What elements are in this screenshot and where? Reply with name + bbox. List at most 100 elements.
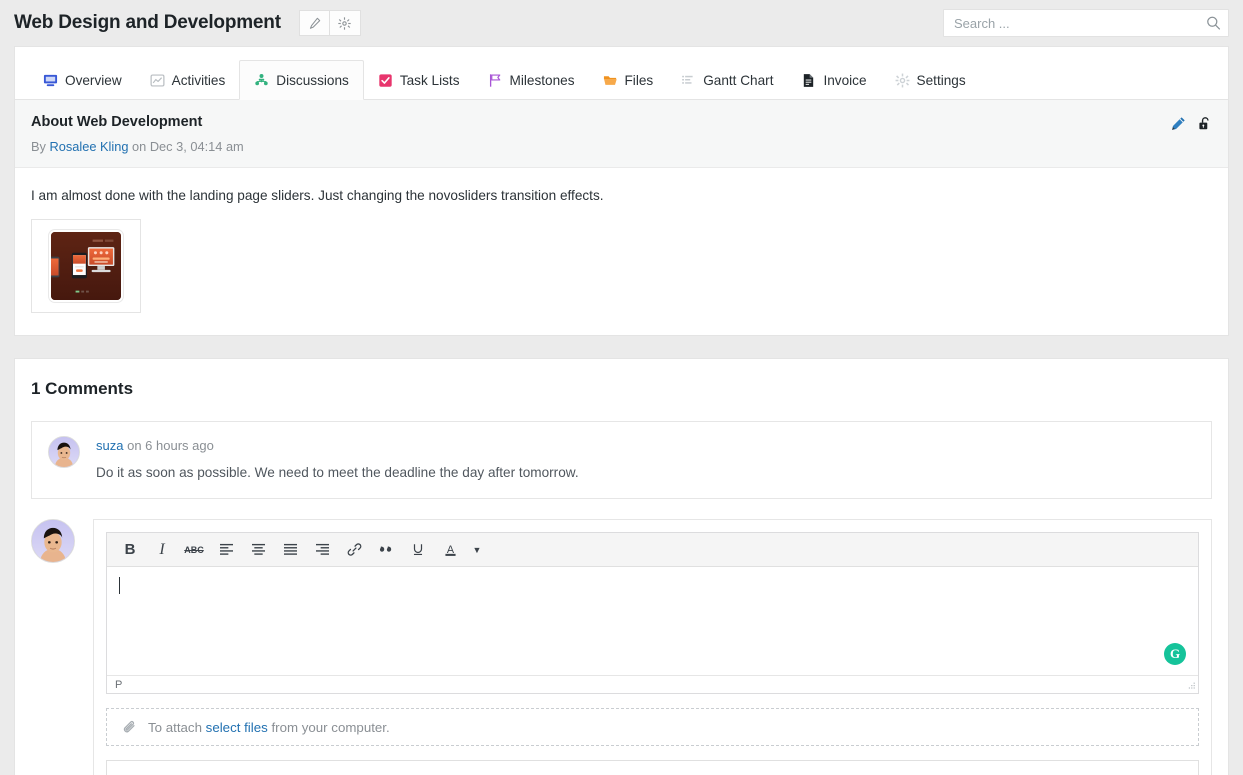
tab-label: Task Lists: [399, 72, 460, 88]
align-right-icon: [315, 543, 329, 555]
comment-time: on 6 hours ago: [127, 438, 214, 453]
header-action-buttons: [298, 10, 361, 36]
select-files-link[interactable]: select files: [206, 720, 268, 735]
grammarly-icon[interactable]: G: [1164, 643, 1186, 665]
discussion-attachment[interactable]: [31, 219, 141, 313]
comments-heading: 1 Comments: [31, 379, 134, 398]
blockquote-icon: [379, 545, 391, 552]
edit-project-button[interactable]: [298, 10, 330, 36]
editor-status-bar: P: [107, 675, 1198, 693]
bold-button[interactable]: B: [117, 538, 143, 562]
gear-icon: [338, 16, 352, 30]
app-root: Web Design and Development Search ... Ov…: [0, 0, 1243, 775]
comment-content: suza on 6 hours ago Do it as soon as pos…: [96, 436, 1195, 480]
meta-by-label: By: [31, 139, 46, 154]
align-center-icon: [251, 543, 265, 555]
underline-icon: [413, 544, 423, 556]
discussion-title: About Web Development: [31, 114, 203, 130]
tab-activities[interactable]: Activities: [136, 61, 240, 99]
align-left-icon: [219, 543, 233, 555]
pencil-edit-icon: [1172, 117, 1185, 130]
settings-icon: [895, 73, 909, 87]
text-color-button[interactable]: A: [437, 538, 463, 562]
comment-item: suza on 6 hours ago Do it as soon as pos…: [31, 421, 1212, 499]
tasklists-icon: [379, 73, 392, 87]
comment-text: Do it as soon as possible. We need to me…: [96, 465, 579, 480]
strikethrough-button[interactable]: ABC: [181, 538, 207, 562]
search-box: [943, 9, 1229, 37]
comment-avatar: [48, 436, 80, 468]
avatar-image: [32, 520, 74, 562]
text-color-icon: A: [444, 543, 456, 556]
discussion-header: About Web Development By Rosalee Kling o…: [15, 100, 1228, 168]
page-title: Web Design and Development: [14, 12, 281, 33]
project-settings-button[interactable]: [329, 10, 361, 36]
attach-suffix: from your computer.: [271, 719, 390, 735]
search-input[interactable]: [943, 9, 1229, 37]
gantt-icon: [682, 75, 693, 84]
tab-milestones[interactable]: Milestones: [474, 61, 589, 99]
tab-settings[interactable]: Settings: [881, 61, 980, 99]
overview-icon: [43, 74, 58, 86]
tab-label: Milestones: [509, 72, 575, 88]
tab-overview[interactable]: Overview: [29, 61, 136, 99]
tab-invoice[interactable]: Invoice: [787, 61, 880, 99]
tab-task-lists[interactable]: Task Lists: [364, 61, 474, 99]
activities-icon: [150, 73, 165, 87]
tab-label: Discussions: [276, 72, 349, 88]
tab-discussions[interactable]: Discussions: [239, 60, 364, 100]
justify-button[interactable]: [277, 538, 303, 562]
pencil-icon: [309, 17, 321, 29]
discussions-icon: [255, 73, 268, 85]
comment-author-link[interactable]: suza: [96, 438, 123, 453]
editor-toolbar: B I ABC A ▼: [107, 533, 1198, 567]
invoice-icon: [804, 73, 814, 87]
discussion-body: I am almost done with the landing page s…: [15, 168, 1228, 335]
tab-label: Invoice: [823, 72, 867, 88]
editor-content-area[interactable]: G: [107, 567, 1198, 675]
comment-meta: suza on 6 hours ago: [96, 438, 1195, 453]
tab-label: Settings: [916, 72, 966, 88]
tab-label: Activities: [171, 72, 226, 88]
edit-discussion-button[interactable]: [1171, 116, 1186, 136]
rich-text-editor: B I ABC A ▼ G P: [106, 532, 1199, 694]
tab-gantt-chart[interactable]: Gantt Chart: [667, 61, 787, 99]
align-right-button[interactable]: [309, 538, 335, 562]
italic-button[interactable]: I: [149, 538, 175, 562]
align-left-button[interactable]: [213, 538, 239, 562]
attachment-thumbnail: [49, 230, 123, 302]
tab-label: Gantt Chart: [703, 72, 774, 88]
meta-date: on Dec 3, 04:14 am: [132, 139, 244, 154]
blockquote-button[interactable]: [373, 538, 399, 562]
link-icon: [347, 543, 361, 556]
attach-prefix: To attach: [148, 719, 202, 735]
editor-wrapper: B I ABC A ▼ G P To attach select files f…: [93, 519, 1212, 775]
tab-files[interactable]: Files: [589, 61, 668, 99]
underline-button[interactable]: [405, 538, 431, 562]
discussion-text: I am almost done with the landing page s…: [31, 188, 604, 203]
tab-label: Files: [624, 72, 654, 88]
link-button[interactable]: [341, 538, 367, 562]
text-color-dropdown[interactable]: ▼: [469, 538, 485, 562]
align-center-button[interactable]: [245, 538, 271, 562]
comments-card: 1 Comments suza on 6 hours ago Do it as …: [14, 358, 1229, 775]
tab-label: Overview: [65, 72, 122, 88]
unlock-icon: [1199, 117, 1209, 130]
resize-handle[interactable]: [1186, 681, 1196, 691]
attach-text: To attach select files from your compute…: [148, 720, 390, 735]
avatar-image: [49, 437, 79, 467]
justify-icon: [283, 543, 297, 555]
paperclip-icon: [123, 720, 135, 732]
editor-element-path: P: [115, 678, 123, 691]
lock-discussion-button[interactable]: [1198, 116, 1212, 136]
discussion-author-link[interactable]: Rosalee Kling: [50, 139, 129, 154]
files-icon: [603, 75, 617, 85]
text-caret: [119, 577, 120, 594]
thumbnail-image: [51, 232, 121, 300]
composer-footer-panel: [106, 760, 1199, 775]
comment-composer: B I ABC A ▼ G P To attach select files f…: [31, 519, 1212, 775]
attach-files-dropzone[interactable]: To attach select files from your compute…: [106, 708, 1199, 746]
discussion-meta: By Rosalee Kling on Dec 3, 04:14 am: [31, 139, 1212, 154]
composer-avatar: [31, 519, 75, 563]
discussion-card: About Web Development By Rosalee Kling o…: [14, 99, 1229, 336]
